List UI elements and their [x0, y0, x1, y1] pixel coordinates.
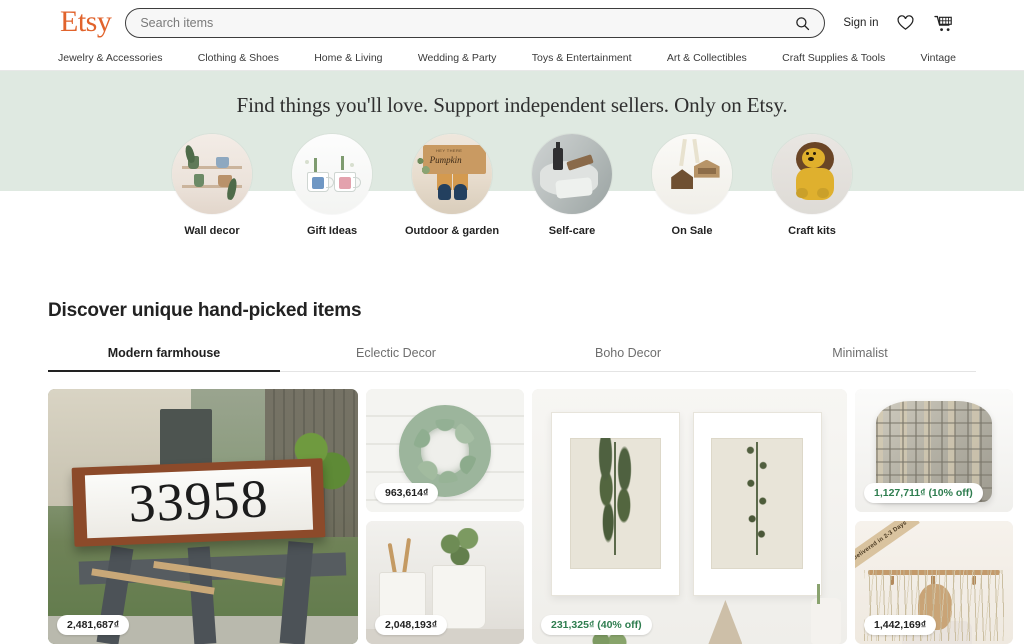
search-submit-button[interactable] — [792, 13, 812, 33]
on-sale-illustration — [652, 134, 732, 214]
heart-icon — [897, 15, 914, 30]
hero-tagline: Find things you'll love. Support indepen… — [236, 93, 788, 117]
hero-category-label: Gift Ideas — [306, 225, 358, 237]
product-price-badge: 1,442,169₫ — [864, 614, 937, 635]
hero-category-label: Self-care — [548, 225, 596, 237]
hero-category-thumbnail: HEY THERE Pumpkin — [412, 134, 492, 214]
nav-item-wedding-party[interactable]: Wedding & Party — [418, 52, 497, 64]
discover-section: Discover unique hand-picked items Modern… — [0, 300, 1024, 644]
tab-boho-decor[interactable]: Boho Decor — [512, 346, 744, 371]
hero-category-label: Craft kits — [788, 225, 836, 237]
hero-section: Find things you'll love. Support indepen… — [0, 71, 1024, 266]
product-card[interactable]: 963,614₫ — [366, 389, 524, 512]
hero-category-thumbnail — [532, 134, 612, 214]
shopping-cart-icon — [934, 15, 952, 31]
cart-button[interactable] — [933, 12, 955, 34]
header-actions: Sign in — [843, 12, 954, 34]
product-card[interactable]: 231,325₫ (40% off) — [532, 389, 847, 644]
tab-modern-farmhouse[interactable]: Modern farmhouse — [48, 346, 280, 372]
category-nav: Jewelry & Accessories Clothing & Shoes H… — [0, 46, 1024, 71]
hero-category-craft-kits[interactable]: Craft kits — [772, 134, 852, 238]
hero-category-wall-decor[interactable]: Wall decor — [172, 134, 252, 238]
product-card[interactable]: 2,048,193₫ — [366, 520, 524, 644]
nav-item-jewelry-accessories[interactable]: Jewelry & Accessories — [58, 52, 162, 64]
nav-item-toys-entertainment[interactable]: Toys & Entertainment — [532, 52, 632, 64]
search-box[interactable] — [125, 8, 826, 38]
category-nav-list: Jewelry & Accessories Clothing & Shoes H… — [58, 52, 966, 64]
hero-category-self-care[interactable]: Self-care — [532, 134, 612, 238]
page-title: Discover unique hand-picked items — [48, 300, 362, 321]
product-price-badge: 231,325₫ (40% off) — [541, 615, 652, 635]
nav-item-clothing-shoes[interactable]: Clothing & Shoes — [198, 52, 279, 64]
hero-category-outdoor-garden[interactable]: HEY THERE Pumpkin Outdoor & garden — [405, 134, 499, 238]
discover-tabs: Modern farmhouse Eclectic Decor Boho Dec… — [48, 346, 976, 372]
search-icon — [796, 16, 809, 30]
product-image-house-number-sign: 33958 — [48, 389, 358, 644]
search-container — [125, 8, 826, 38]
product-price-badge: 963,614₫ — [375, 483, 439, 503]
hero-category-label: On Sale — [671, 225, 713, 237]
tab-eclectic-decor[interactable]: Eclectic Decor — [280, 346, 512, 371]
hero-category-gift-ideas[interactable]: Gift Ideas — [292, 134, 372, 238]
nav-item-craft-supplies-tools[interactable]: Craft Supplies & Tools — [782, 52, 885, 64]
hero-category-thumbnail — [172, 134, 252, 214]
product-card[interactable]: 1,127,711₫ (10% off) — [855, 389, 1013, 512]
sign-number-text: 33958 — [127, 467, 270, 534]
sign-in-link[interactable]: Sign in — [843, 17, 878, 29]
search-input[interactable] — [138, 9, 793, 37]
nav-item-home-living[interactable]: Home & Living — [314, 52, 382, 64]
etsy-logo[interactable]: Etsy — [60, 6, 112, 40]
hero-category-label: Outdoor & garden — [404, 225, 500, 237]
product-card[interactable]: 33958 2,481,687₫ — [48, 389, 358, 644]
hero-category-thumbnail — [772, 134, 852, 214]
gift-ideas-illustration — [292, 134, 372, 214]
hero-category-on-sale[interactable]: On Sale — [652, 134, 732, 238]
outdoor-garden-illustration: HEY THERE Pumpkin — [412, 134, 492, 214]
product-price-badge: 2,481,687₫ — [57, 615, 130, 635]
hero-category-label: Wall decor — [184, 225, 240, 237]
nav-item-art-collectibles[interactable]: Art & Collectibles — [667, 52, 747, 64]
wall-decor-illustration — [172, 134, 252, 214]
product-image-botanical-prints — [532, 389, 847, 644]
hero-category-row: Wall decor Gift Ideas HEY THERE Pumpkin — [0, 134, 1024, 238]
product-grid: 33958 2,481,687₫ 963,614₫ 231,325₫ (40% … — [48, 389, 1013, 644]
site-header: Etsy Sign in — [0, 0, 1024, 46]
craft-kits-illustration — [772, 134, 852, 214]
product-price-badge: 2,048,193₫ — [375, 614, 448, 635]
hero-category-thumbnail — [652, 134, 732, 214]
nav-item-vintage[interactable]: Vintage — [921, 52, 956, 64]
product-price-badge: 1,127,711₫ (10% off) — [864, 483, 983, 503]
tab-minimalist[interactable]: Minimalist — [744, 346, 976, 371]
product-card[interactable]: Delivered in 2-3 Days 1,442,169₫ — [855, 520, 1013, 644]
hero-category-thumbnail — [292, 134, 372, 214]
self-care-illustration — [532, 134, 612, 214]
favorites-button[interactable] — [895, 12, 917, 34]
